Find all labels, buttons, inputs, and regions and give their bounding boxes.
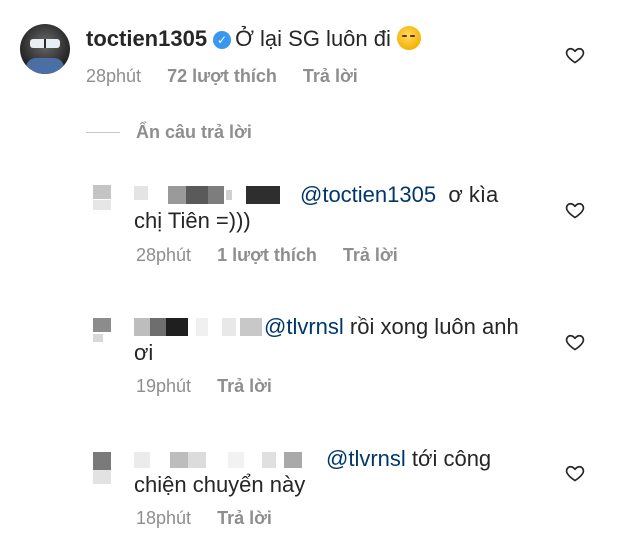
comment-meta: 28phút 72 lượt thích Trả lời <box>86 66 384 87</box>
reply-line-1: @tlvrnsl tới công <box>326 444 491 474</box>
reply-text: rồi xong luôn anh <box>349 314 519 339</box>
reply-line-2: chiện chuyển này <box>134 472 306 497</box>
reply-text: ơ kìa <box>448 182 499 207</box>
redacted-username <box>262 452 276 468</box>
reply-line-2: ơi <box>134 340 154 365</box>
main-comment-text-line: toctien1305 ✓ Ở lại SG luôn đi <box>86 24 421 54</box>
redacted-username <box>208 186 224 204</box>
redacted-username <box>240 318 262 336</box>
reply-meta: 18phút Trả lời <box>136 508 298 529</box>
redacted-username <box>186 186 208 204</box>
reply-button[interactable]: Trả lời <box>343 245 398 266</box>
redacted-avatar <box>93 334 103 342</box>
comment-text: Ở lại SG luôn đi <box>235 26 391 51</box>
heart-outline-icon[interactable] <box>565 463 585 483</box>
redacted-avatar <box>93 318 111 332</box>
redacted-avatar <box>93 200 111 210</box>
redacted-avatar <box>93 470 111 484</box>
reply-time: 18phút <box>136 508 192 528</box>
reply-meta: 28phút 1 lượt thích Trả lời <box>136 245 424 266</box>
redacted-username <box>226 190 232 200</box>
avatar[interactable] <box>20 24 70 74</box>
redacted-avatar <box>93 452 111 470</box>
redacted-username <box>168 186 186 204</box>
redacted-username <box>246 186 280 204</box>
redacted-username <box>196 318 208 336</box>
reply-line-1: @tlvrnsl rồi xong luôn anh <box>264 312 519 342</box>
hide-replies-line <box>86 132 120 133</box>
redacted-username <box>166 318 188 336</box>
redacted-avatar <box>93 185 111 199</box>
like-count[interactable]: 72 lượt thích <box>167 66 277 87</box>
reply-text: tới công <box>411 446 492 471</box>
like-count[interactable]: 1 lượt thích <box>217 245 317 266</box>
redacted-username <box>284 452 302 468</box>
reply-time: 19phút <box>136 376 192 396</box>
redacted-username <box>228 452 244 468</box>
verified-badge-icon: ✓ <box>213 31 232 49</box>
redacted-username <box>134 186 148 200</box>
mention-link[interactable]: @toctien1305 <box>300 182 436 207</box>
reply-button[interactable]: Trả lời <box>303 66 358 87</box>
avatar-glasses <box>30 39 60 48</box>
heart-outline-icon[interactable] <box>565 332 585 352</box>
hide-replies-button[interactable]: Ẩn câu trả lời <box>136 122 252 143</box>
redacted-username <box>222 318 236 336</box>
redacted-username <box>134 452 150 468</box>
heart-outline-icon[interactable] <box>565 45 585 65</box>
flushed-face-emoji-icon <box>396 26 421 50</box>
avatar-jacket <box>26 58 64 74</box>
redacted-username <box>188 452 206 468</box>
reply-time: 28phút <box>136 245 192 265</box>
reply-button[interactable]: Trả lời <box>217 508 272 529</box>
reply-button[interactable]: Trả lời <box>217 376 272 397</box>
mention-link[interactable]: @tlvrnsl <box>326 446 406 471</box>
comment-time: 28phút <box>86 66 142 86</box>
mention-link[interactable]: @tlvrnsl <box>264 314 344 339</box>
heart-outline-icon[interactable] <box>565 200 585 220</box>
redacted-username <box>170 452 188 468</box>
redacted-username <box>134 318 150 336</box>
reply-line-2: chị Tiên =))) <box>134 208 251 233</box>
reply-line-1: @toctien1305 ơ kìa <box>300 180 498 210</box>
redacted-username <box>150 318 166 336</box>
username[interactable]: toctien1305 <box>86 26 207 51</box>
reply-meta: 19phút Trả lời <box>136 376 298 397</box>
